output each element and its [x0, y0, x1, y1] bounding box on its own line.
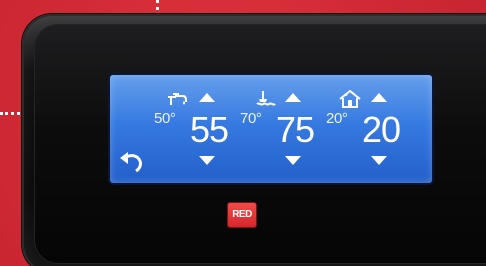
blue-display-screen: 50° 55 70° 75 20° 20: [110, 75, 432, 183]
room-down-button[interactable]: [371, 156, 387, 165]
hot-water-current-temp: 50°: [154, 110, 176, 127]
zone-hot-water: 50° 55: [152, 85, 244, 169]
radiator-heating-icon: [251, 90, 277, 108]
heating-current-temp: 70°: [240, 110, 262, 127]
hot-water-down-button[interactable]: [199, 156, 215, 165]
tap-water-icon: [165, 90, 191, 108]
product-photo: 50° 55 70° 75 20° 20 RED: [0, 0, 486, 266]
heating-up-button[interactable]: [285, 93, 301, 102]
zone-heating: 70° 75: [238, 85, 330, 169]
heating-down-button[interactable]: [285, 156, 301, 165]
room-current-temp: 20°: [326, 110, 348, 127]
hot-water-up-button[interactable]: [199, 93, 215, 102]
house-heating-icon: [337, 90, 363, 108]
heating-setpoint: 75: [276, 109, 315, 150]
zone-room: 20° 20: [324, 85, 416, 169]
room-setpoint: 20: [362, 109, 401, 150]
back-arrow-icon: [120, 152, 142, 173]
room-up-button[interactable]: [371, 93, 387, 102]
back-button[interactable]: [116, 151, 146, 175]
hot-water-setpoint: 55: [190, 109, 229, 150]
red-logo: RED: [228, 203, 256, 227]
